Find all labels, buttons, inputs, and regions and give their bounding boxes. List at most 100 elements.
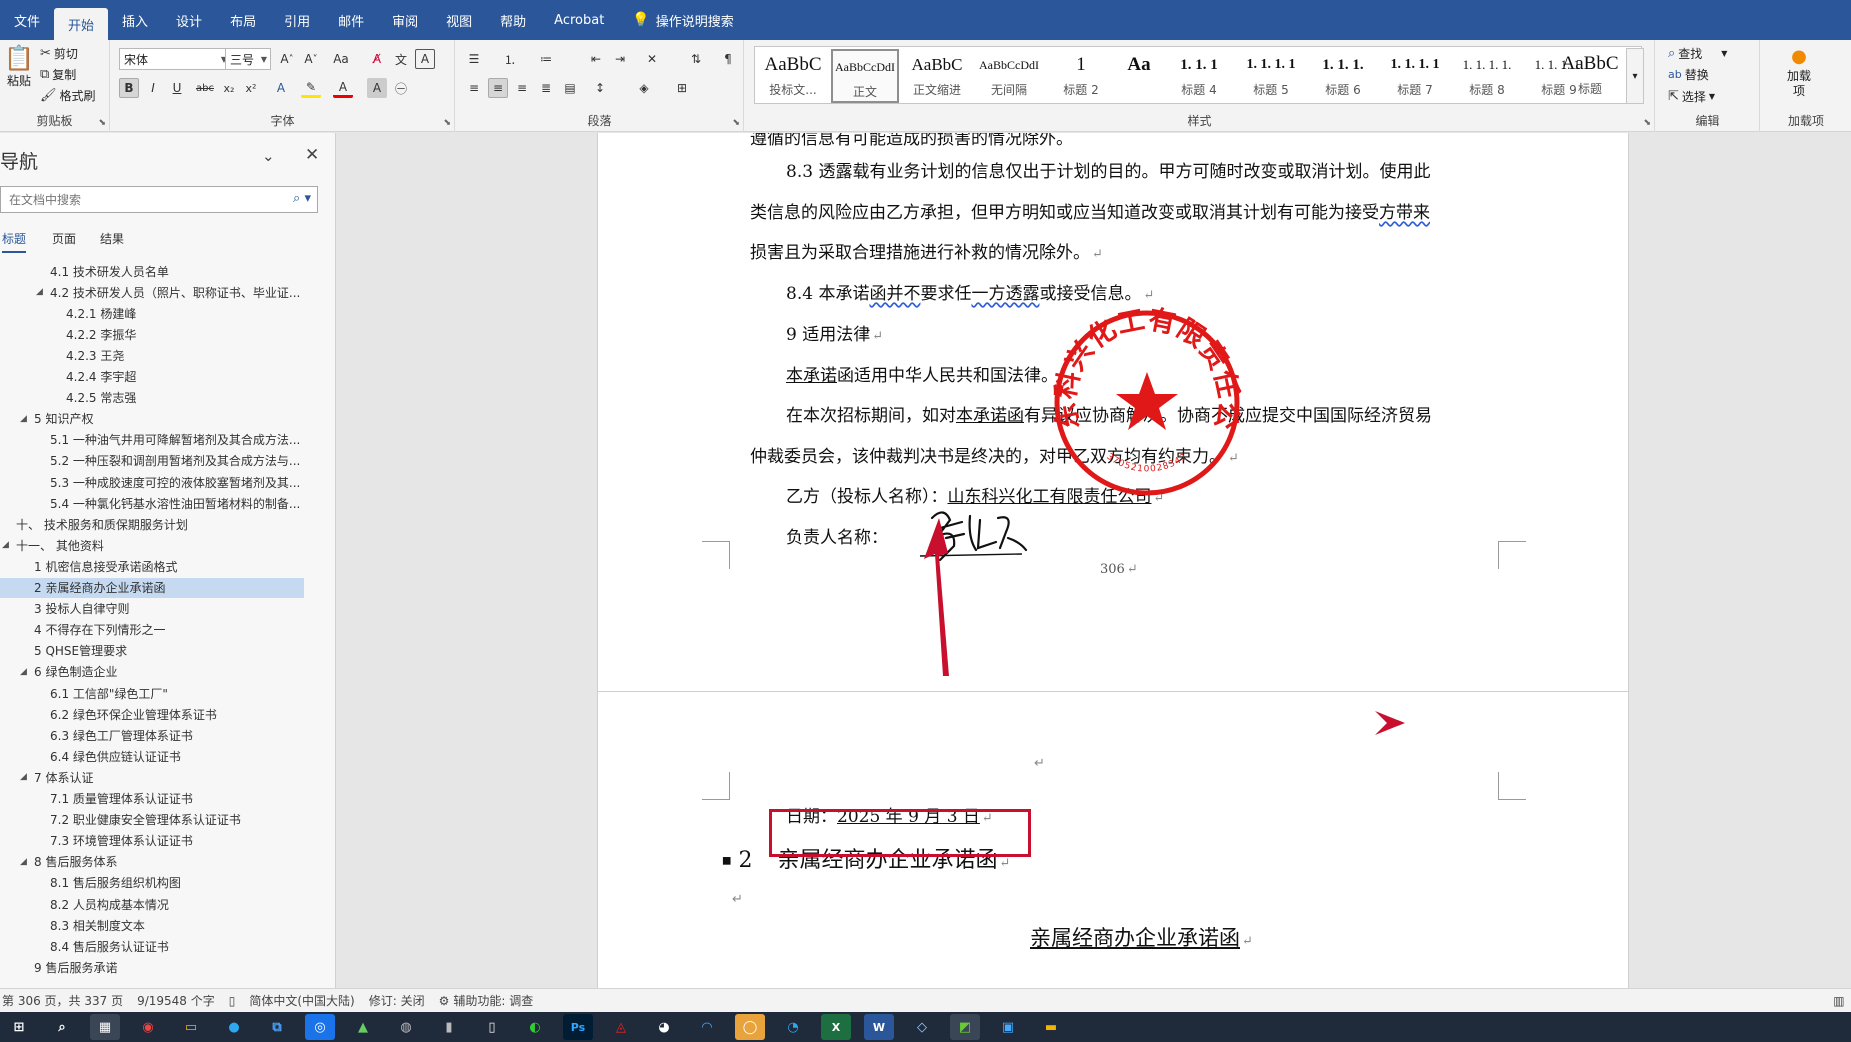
nav-heading-item[interactable]: ◢ 6 绿色制造企业 [0, 662, 330, 682]
clear-formatting-icon[interactable]: A̸ [367, 49, 387, 69]
character-border-icon[interactable]: A [415, 49, 435, 69]
style-item[interactable]: AaBbCcDdI 正文 [831, 49, 899, 103]
tab-review[interactable]: 审阅 [378, 0, 432, 40]
language-status[interactable]: 简体中文(中国大陆) [249, 992, 354, 1009]
nav-search-input[interactable] [1, 192, 281, 207]
tab-layout[interactable]: 布局 [216, 0, 270, 40]
nav-heading-item[interactable]: 4.2.4 李宇超 [0, 367, 330, 387]
shading-icon[interactable]: ◈ [634, 78, 654, 98]
format-painter-button[interactable]: 🖌 格式刷 [40, 87, 96, 104]
text-effects-icon[interactable]: A [271, 78, 291, 98]
folder-icon[interactable]: ▬ [1036, 1014, 1066, 1040]
nav-heading-item[interactable]: 4.1 技术研发人员名单 [0, 261, 330, 281]
nav-heading-item[interactable]: ◢ 十一、 其他资料 [0, 535, 330, 555]
document-canvas[interactable]: 遵循的信息有可能造成的损害的情况除外。 8.3 透露载有业务计划的信息仅出于计划… [337, 133, 1851, 988]
collapse-triangle-icon[interactable]: ◢ [20, 857, 34, 867]
calculator-icon[interactable]: ▦ [90, 1014, 120, 1040]
tab-view[interactable]: 视图 [432, 0, 486, 40]
bullets-icon[interactable]: ☰ [464, 49, 484, 69]
nav-heading-item[interactable]: 5.2 一种压裂和调剖用暂堵剂及其合成方法与... [0, 451, 330, 471]
nav-heading-item[interactable]: 6.3 绿色工厂管理体系证书 [0, 725, 330, 745]
tab-acrobat[interactable]: Acrobat [540, 0, 618, 40]
nav-heading-item[interactable]: 4 不得存在下列情形之一 [0, 620, 330, 640]
proofing-icon[interactable]: ▯ [229, 994, 236, 1008]
nav-heading-item[interactable]: 1 机密信息接受承诺函格式 [0, 556, 330, 576]
app-icon[interactable]: ● [219, 1014, 249, 1040]
subscript-icon[interactable]: x₂ [219, 78, 239, 98]
line-spacing-icon[interactable]: ↕ [590, 78, 610, 98]
style-item[interactable]: AaBbC 正文缩进 [903, 49, 971, 103]
nav-heading-item[interactable]: 9 售后服务承诺 [0, 957, 330, 977]
dialog-launcher-icon[interactable]: ⬊ [1643, 118, 1651, 128]
app-icon[interactable]: ▮ [434, 1014, 464, 1040]
style-item[interactable]: AaBbC 投标文... [759, 49, 827, 103]
word-count[interactable]: 9/19548 个字 [137, 992, 215, 1009]
style-item[interactable]: 1. 1. 1 标题 4 [1165, 49, 1233, 103]
tab-home[interactable]: 开始 [54, 8, 109, 40]
folder-icon[interactable]: ▭ [176, 1014, 206, 1040]
nav-heading-item[interactable]: ◢ 7 体系认证 [0, 767, 330, 787]
cut-button[interactable]: ✂ 剪切 [40, 45, 78, 62]
close-icon[interactable]: ✕ [305, 145, 319, 165]
nav-heading-item[interactable]: 4.2.2 李振华 [0, 324, 330, 344]
show-marks-icon[interactable]: ¶ [718, 49, 738, 69]
dialog-launcher-icon[interactable]: ⬊ [732, 118, 740, 128]
nav-heading-item[interactable]: 6.1 工信部"绿色工厂" [0, 683, 330, 703]
phonetic-guide-icon[interactable]: 文 [391, 49, 411, 69]
style-item[interactable]: 1. 1. 1. 1 标题 7 [1381, 49, 1449, 103]
style-item[interactable]: 1. 1. 1. 1 标题 5 [1237, 49, 1305, 103]
app-icon[interactable]: ◍ [391, 1014, 421, 1040]
tab-file[interactable]: 文件 [0, 0, 54, 40]
app-icon[interactable]: ◠ [692, 1014, 722, 1040]
find-button[interactable]: ⌕ 查找 ▼ [1668, 45, 1727, 62]
numbering-icon[interactable]: ⒈ [500, 49, 520, 69]
nav-heading-item[interactable]: 8.4 售后服务认证证书 [0, 936, 330, 956]
nav-heading-item[interactable]: ◢ 5 知识产权 [0, 409, 330, 429]
app-icon[interactable]: ◩ [950, 1014, 980, 1040]
nav-heading-item[interactable]: 7.1 质量管理体系认证证书 [0, 789, 330, 809]
italic-icon[interactable]: I [143, 78, 163, 98]
qq-icon[interactable]: ◕ [649, 1014, 679, 1040]
nav-tab-headings[interactable]: 标题 [2, 230, 27, 253]
nav-heading-item[interactable]: 8.2 人员构成基本情况 [0, 894, 330, 914]
app-icon[interactable]: ◐ [520, 1014, 550, 1040]
underline-icon[interactable]: U [167, 78, 187, 98]
app-icon[interactable]: ▣ [993, 1014, 1023, 1040]
nav-heading-item[interactable]: 8.1 售后服务组织机构图 [0, 873, 330, 893]
replace-button[interactable]: ab 替换 [1668, 66, 1709, 83]
nav-heading-item[interactable]: 5 QHSE管理要求 [0, 641, 330, 661]
tab-design[interactable]: 设计 [162, 0, 216, 40]
start-icon[interactable]: ⊞ [4, 1014, 34, 1040]
edge-icon[interactable]: ◔ [778, 1014, 808, 1040]
collapse-triangle-icon[interactable]: ◢ [2, 540, 16, 550]
style-item[interactable]: 1. 1. 1. 1. 标题 8 [1453, 49, 1521, 103]
font-size-combo[interactable]: 三号 ▼ [225, 48, 271, 70]
chevron-down-icon[interactable]: ⌄ [262, 147, 275, 165]
tab-help[interactable]: 帮助 [486, 0, 540, 40]
word-icon[interactable]: W [864, 1014, 894, 1040]
paste-button[interactable]: 📋 粘贴 [4, 44, 34, 89]
borders-icon[interactable]: ⊞ [672, 78, 692, 98]
enclosed-character-icon[interactable]: ㊀ [391, 78, 411, 98]
style-item[interactable]: AaBbCcDdI 无间隔 [975, 49, 1043, 103]
copy-button[interactable]: ⧉ 复制 [40, 66, 76, 83]
app-icon[interactable]: ▲ [348, 1014, 378, 1040]
style-item[interactable]: 1 标题 2 [1047, 49, 1115, 103]
collapse-triangle-icon[interactable]: ◢ [20, 667, 34, 677]
select-button[interactable]: ⇱ 选择 ▼ [1668, 88, 1715, 105]
read-mode-icon[interactable]: ▥ [1833, 994, 1844, 1008]
nav-heading-item[interactable]: 4.2.1 杨建峰 [0, 303, 330, 323]
strikethrough-icon[interactable]: abc [195, 78, 215, 98]
nav-heading-item[interactable]: 4.2.3 王尧 [0, 345, 330, 365]
tab-references[interactable]: 引用 [270, 0, 324, 40]
chrome-icon[interactable]: ◉ [133, 1014, 163, 1040]
nav-heading-item[interactable]: ◢ 4.2 技术研发人员（照片、职称证书、毕业证... [0, 282, 330, 302]
superscript-icon[interactable]: x² [241, 78, 261, 98]
nav-tab-pages[interactable]: 页面 [52, 230, 76, 251]
nav-heading-item[interactable]: 4.2.5 常志强 [0, 388, 330, 408]
dialog-launcher-icon[interactable]: ⬊ [443, 118, 451, 128]
gallery-more-button[interactable]: ▾ [1626, 48, 1644, 104]
highlight-icon[interactable]: ✎ [301, 78, 321, 98]
nav-heading-item[interactable]: 十、 技术服务和质保期服务计划 [0, 514, 330, 534]
chinese-layout-icon[interactable]: ✕ [642, 49, 662, 69]
